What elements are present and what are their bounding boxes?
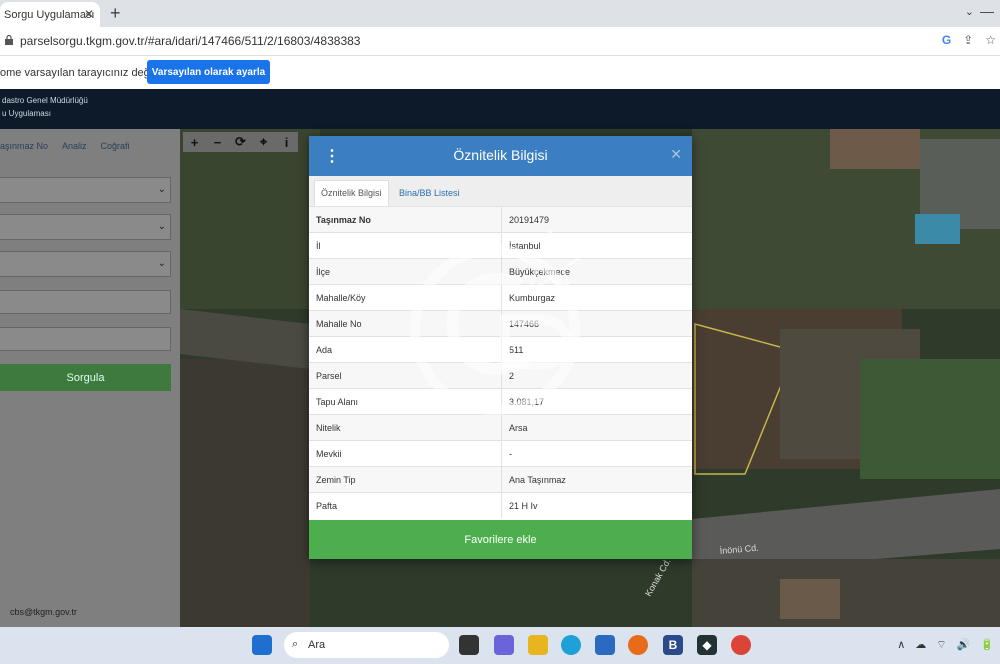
minimize-icon[interactable]: —: [980, 3, 994, 19]
bookmark-star-icon[interactable]: ☆: [985, 33, 996, 47]
attribute-row: Taşınmaz No 20191479: [309, 206, 692, 233]
url-field[interactable]: parselsorgu.tkgm.gov.tr/#ara/idari/14746…: [20, 34, 360, 48]
locate-icon[interactable]: ⌖: [252, 132, 275, 152]
province-select[interactable]: ⌄: [0, 177, 171, 203]
app-header: dastro Genel Müdürlüğü u Uygulaması: [0, 89, 1000, 129]
add-favorite-button[interactable]: Favorilere ekle: [309, 520, 692, 559]
volume-icon[interactable]: 🔊: [957, 638, 971, 652]
modal-header: ⋮ Öznitelik Bilgisi ✕: [309, 136, 692, 176]
sidebar: aşınmaz No Analiz Coğrafi ⌄ ⌄ ⌄ Sorgula …: [0, 129, 180, 627]
attribute-key: Zemin Tip: [309, 466, 502, 493]
chevron-down-icon: ⌄: [157, 184, 166, 195]
map-toolbar: + − ⟳ ⌖ i: [183, 132, 298, 152]
district-select[interactable]: ⌄: [0, 214, 171, 240]
attribute-row: Mevkii -: [309, 440, 692, 467]
tray-overflow-icon[interactable]: ∧: [897, 638, 905, 652]
taskbar: ⌕ Ara B ◆ ∧ ☁ ⌔ 🔊 🔋: [0, 627, 1000, 664]
app-header-org: dastro Genel Müdürlüğü: [2, 96, 88, 105]
modal-title: Öznitelik Bilgisi: [453, 147, 548, 163]
attribute-key: Mevkii: [309, 440, 502, 467]
query-button[interactable]: Sorgula: [0, 364, 171, 391]
zoom-in-button[interactable]: +: [183, 132, 206, 152]
store-icon[interactable]: [595, 635, 615, 655]
task-view-icon[interactable]: [459, 635, 479, 655]
tab-attribute-info[interactable]: Öznitelik Bilgisi: [314, 180, 389, 206]
taskbar-search[interactable]: ⌕ Ara: [284, 632, 449, 658]
cloud-icon[interactable]: ☁: [915, 638, 926, 652]
attribute-value: Ana Taşınmaz: [501, 466, 692, 493]
attribute-value: -: [501, 440, 692, 467]
tab-search-icon[interactable]: ⌄: [965, 5, 974, 18]
set-default-button[interactable]: Varsayılan olarak ayarla: [147, 60, 270, 84]
attribute-row: Pafta 21 H Iv: [309, 492, 692, 518]
lock-icon: [5, 35, 13, 45]
attribute-row: Zemin Tip Ana Taşınmaz: [309, 466, 692, 493]
attribute-value: 21 H Iv: [501, 492, 692, 518]
infobar-message: ome varsayılan tarayıcınız değil: [0, 67, 155, 79]
search-icon: ⌕: [292, 638, 299, 650]
sidebar-tab-parcel-no[interactable]: aşınmaz No: [0, 141, 48, 151]
file-explorer-icon[interactable]: [528, 635, 548, 655]
attribute-value: 20191479: [501, 206, 692, 233]
edge-icon[interactable]: [561, 635, 581, 655]
chrome-icon[interactable]: [731, 635, 751, 655]
contact-email[interactable]: cbs@tkgm.gov.tr: [10, 607, 77, 617]
watermark-logo: [410, 230, 589, 415]
system-tray: ∧ ☁ ⌔ 🔊 🔋: [897, 638, 994, 652]
google-lens-icon[interactable]: G: [942, 33, 951, 47]
zoom-out-button[interactable]: −: [206, 132, 229, 152]
windows-start-icon[interactable]: [252, 635, 272, 655]
info-icon[interactable]: i: [275, 132, 298, 152]
firefox-icon[interactable]: [628, 635, 648, 655]
browser-tab-bar: Sorgu Uygulaması ✕ + ⌄ —: [0, 0, 1000, 27]
dropbox-icon[interactable]: ◆: [697, 635, 717, 655]
close-icon[interactable]: ✕: [670, 146, 682, 163]
new-tab-button[interactable]: +: [110, 3, 121, 24]
wifi-icon[interactable]: ⌔: [936, 638, 946, 652]
share-icon[interactable]: ⇪: [963, 33, 973, 47]
tab-title: Sorgu Uygulaması: [4, 8, 95, 21]
chevron-down-icon: ⌄: [157, 221, 166, 232]
battery-icon[interactable]: 🔋: [980, 638, 994, 652]
app-header-title: u Uygulaması: [2, 109, 51, 118]
address-bar: parselsorgu.tkgm.gov.tr/#ara/idari/14746…: [0, 27, 1000, 56]
parcel-input[interactable]: [0, 327, 171, 351]
browser-tab[interactable]: Sorgu Uygulaması ✕: [0, 2, 100, 27]
tab-close-icon[interactable]: ✕: [84, 7, 94, 21]
default-browser-infobar: ome varsayılan tarayıcınız değil Varsayı…: [0, 56, 1000, 89]
block-input[interactable]: [0, 290, 171, 314]
sidebar-tab-geographic[interactable]: Coğrafi: [101, 141, 130, 151]
chat-icon[interactable]: [494, 635, 514, 655]
search-placeholder: Ara: [308, 639, 326, 651]
sidebar-tab-analysis[interactable]: Analiz: [62, 141, 87, 151]
neighborhood-select[interactable]: ⌄: [0, 251, 171, 277]
attribute-key: Taşınmaz No: [309, 206, 502, 233]
chevron-down-icon: ⌄: [157, 258, 166, 269]
refresh-icon[interactable]: ⟳: [229, 132, 252, 152]
b-app-icon[interactable]: B: [663, 635, 683, 655]
tab-building-list[interactable]: Bina/BB Listesi: [393, 180, 466, 206]
attribute-key: Pafta: [309, 492, 502, 518]
modal-tabs: Öznitelik Bilgisi Bina/BB Listesi: [309, 176, 692, 207]
